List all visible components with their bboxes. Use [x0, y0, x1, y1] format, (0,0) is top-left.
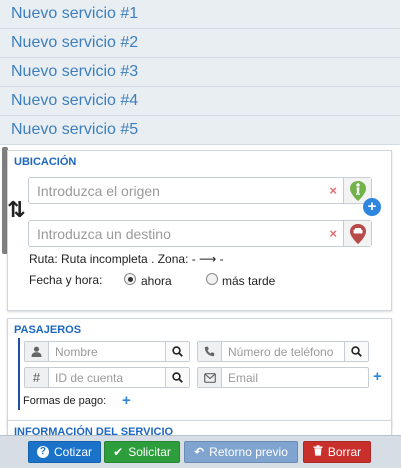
ahora-label[interactable]: ahora	[141, 274, 172, 288]
search-icon	[172, 372, 183, 383]
account-input[interactable]	[49, 368, 165, 387]
search-icon	[172, 346, 183, 357]
ubicacion-title: UBICACIÓN	[14, 156, 77, 168]
clear-destination-icon[interactable]: ×	[329, 226, 337, 241]
ruta-arrow-icon: ⟶	[199, 252, 217, 266]
origin-field[interactable]: ×	[28, 177, 372, 204]
borrar-button[interactable]: Borrar	[303, 441, 371, 463]
payment-label: Formas de pago:	[23, 395, 107, 407]
mas-tarde-label[interactable]: más tarde	[222, 274, 275, 288]
hash-icon: #	[25, 368, 49, 387]
add-stop-icon[interactable]: +	[363, 198, 381, 216]
account-search-button[interactable]	[165, 368, 189, 387]
accordion-service-5[interactable]: Nuevo servicio #5	[0, 116, 400, 145]
account-field[interactable]: #	[24, 367, 190, 388]
destination-input[interactable]	[29, 221, 371, 246]
swap-icon[interactable]: ⇅	[7, 197, 25, 223]
question-icon: ?	[36, 446, 49, 458]
phone-input[interactable]	[222, 342, 344, 361]
accordion-service-1[interactable]: Nuevo servicio #1	[0, 0, 400, 29]
trash-icon	[313, 445, 323, 459]
accordion-service-4[interactable]: Nuevo servicio #4	[0, 87, 400, 116]
destination-pin-icon	[349, 223, 366, 244]
phone-search-button[interactable]	[344, 342, 368, 361]
name-input[interactable]	[49, 342, 165, 361]
retorno-button[interactable]: ↶ Retorno previo	[184, 441, 298, 463]
radio-ahora[interactable]	[124, 273, 136, 285]
destination-field[interactable]: ×	[28, 220, 372, 247]
return-icon: ↶	[194, 445, 205, 459]
solicitar-label: Solicitar	[128, 445, 171, 459]
name-search-button[interactable]	[165, 342, 189, 361]
cotizar-label: Cotizar	[53, 445, 92, 459]
pasajero-marker	[18, 338, 20, 410]
phone-icon	[198, 342, 222, 361]
phone-field[interactable]	[197, 341, 369, 362]
user-icon	[25, 342, 49, 361]
borrar-label: Borrar	[327, 445, 362, 459]
pasajeros-title: PASAJEROS	[14, 324, 82, 336]
origin-pin-icon	[349, 180, 366, 201]
ruta-info: Ruta: Ruta incompleta . Zona: - ⟶ -	[29, 252, 224, 266]
cotizar-button[interactable]: ? Cotizar	[28, 441, 101, 463]
origin-input[interactable]	[29, 178, 371, 203]
retorno-label: Retorno previo	[209, 445, 288, 459]
search-icon	[351, 346, 362, 357]
destination-pin-button[interactable]	[343, 221, 371, 246]
add-payment-icon[interactable]: +	[122, 392, 131, 409]
solicitar-button[interactable]: ✔ Solicitar	[104, 441, 180, 463]
radio-mas-tarde[interactable]	[206, 273, 218, 285]
check-icon: ✔	[113, 445, 124, 459]
add-passenger-icon[interactable]: +	[373, 368, 382, 385]
clear-origin-icon[interactable]: ×	[329, 183, 337, 198]
fecha-label: Fecha y hora:	[29, 273, 103, 287]
accordion-service-3[interactable]: Nuevo servicio #3	[0, 58, 400, 87]
email-field[interactable]	[197, 367, 369, 388]
ruta-text: Ruta: Ruta incompleta . Zona: -	[29, 252, 196, 266]
name-field[interactable]	[24, 341, 190, 362]
ruta-dash: -	[219, 252, 224, 266]
envelope-icon	[198, 368, 222, 387]
accordion-service-2[interactable]: Nuevo servicio #2	[0, 29, 400, 58]
email-input[interactable]	[222, 368, 368, 387]
